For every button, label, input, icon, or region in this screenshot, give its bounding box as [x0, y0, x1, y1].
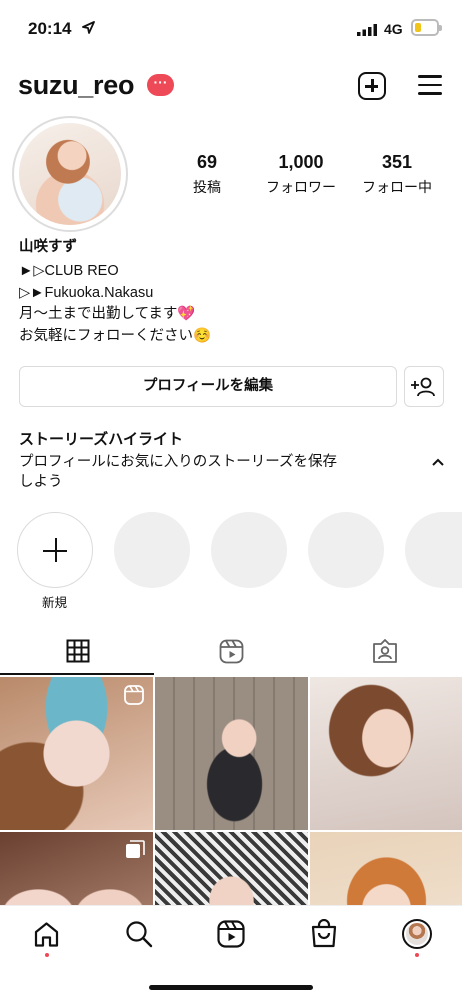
battery-icon [411, 19, 442, 36]
network-type: 4G [384, 21, 403, 37]
home-indicator[interactable] [149, 985, 313, 990]
profile-tabs [0, 628, 462, 674]
grid-icon[interactable] [66, 639, 90, 663]
stat-posts[interactable]: 69 投稿 [178, 152, 236, 197]
new-highlight-label: 新規 [42, 596, 68, 610]
following-label: フォロー中 [362, 179, 432, 195]
post-thumbnail[interactable] [155, 677, 308, 830]
bio-line: お気軽にフォローください☺️ [19, 328, 212, 344]
stat-following[interactable]: 351 フォロー中 [355, 152, 439, 197]
active-tab-indicator [0, 673, 154, 675]
highlight-placeholder [114, 512, 190, 588]
reels-icon[interactable] [217, 920, 245, 948]
add-person-icon [411, 377, 435, 397]
status-bar: 20:14 4G [0, 0, 462, 54]
reels-badge-icon [124, 685, 144, 705]
highlights-description: プロフィールにお気に入りのストーリーズを保存しよう [19, 454, 337, 490]
followers-count: 1,000 [278, 152, 324, 172]
location-arrow-icon [82, 21, 95, 34]
reels-icon[interactable] [219, 639, 244, 664]
new-highlight-button[interactable] [17, 512, 93, 588]
highlights-title: ストーリーズハイライト [19, 431, 183, 448]
bio-line: ▷►Fukuoka.Nakasu [19, 285, 154, 301]
followers-label: フォロワー [266, 179, 336, 195]
notification-badge[interactable]: ··· [147, 74, 174, 96]
following-count: 351 [381, 152, 413, 172]
bio-line: ►▷CLUB REO [19, 263, 119, 279]
tagged-icon[interactable] [372, 638, 398, 664]
highlight-placeholder [211, 512, 287, 588]
notification-dot [415, 953, 419, 957]
search-icon[interactable] [125, 920, 153, 948]
hamburger-menu-icon[interactable] [418, 75, 442, 95]
profile-nav-avatar[interactable] [402, 919, 432, 949]
notification-dot [44, 953, 49, 957]
discover-people-button[interactable] [404, 366, 444, 407]
username: suzu_reo [18, 70, 135, 100]
profile-avatar[interactable] [12, 116, 128, 232]
post-thumbnail[interactable] [310, 677, 462, 830]
stat-followers[interactable]: 1,000 フォロワー [258, 152, 344, 197]
signal-icon [357, 24, 377, 36]
carousel-badge-icon [126, 840, 145, 858]
bio-name: 山咲すず [19, 239, 77, 255]
home-icon[interactable] [33, 921, 60, 948]
posts-count: 69 [196, 152, 218, 172]
bio-line: 月〜土まで出勤してます💖 [19, 306, 196, 322]
highlight-placeholder [405, 512, 462, 588]
edit-profile-button[interactable]: プロフィールを編集 [19, 366, 397, 407]
posts-label: 投稿 [193, 179, 221, 195]
add-square-icon[interactable] [358, 72, 386, 100]
chevron-up-icon[interactable] [430, 456, 446, 468]
shop-icon[interactable] [310, 919, 338, 948]
status-time: 20:14 [28, 19, 72, 38]
post-thumbnail[interactable] [0, 677, 153, 830]
highlight-placeholder [308, 512, 384, 588]
